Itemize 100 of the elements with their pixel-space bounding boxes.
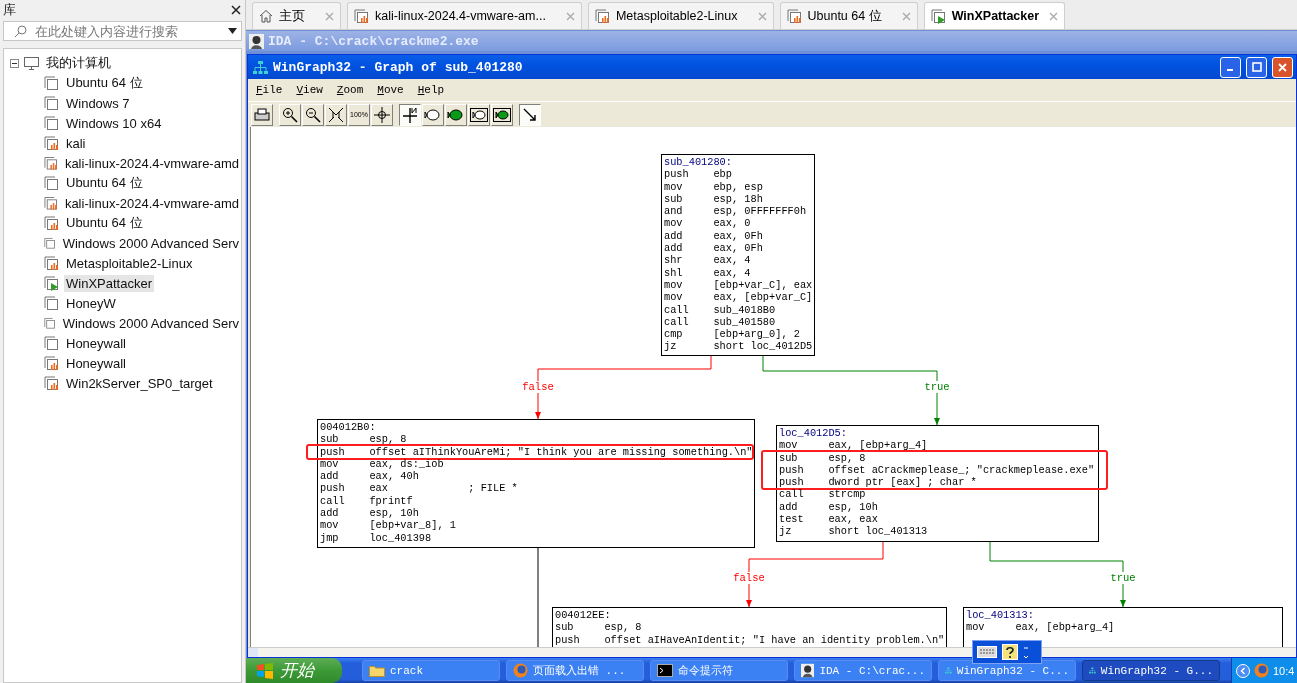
menu-item[interactable]: Help xyxy=(417,84,445,96)
close-button[interactable] xyxy=(1272,56,1293,78)
crosshair-icon xyxy=(374,106,390,123)
tree-label: kali-linux-2024.4-vmware-amd xyxy=(63,194,240,212)
code-line: mov eax, 0 xyxy=(664,217,752,230)
toolbar-button[interactable] xyxy=(399,103,421,126)
code-label: 004012EE: xyxy=(555,609,612,622)
tree-label: Ubuntu 64 位 xyxy=(65,174,144,192)
taskbar-item[interactable]: IDA - C:\crac... xyxy=(794,660,932,681)
code-line: call strcmp xyxy=(779,488,867,501)
code-line: push ebp xyxy=(664,168,733,181)
tree-item[interactable]: 我的计算机 xyxy=(10,53,241,73)
tab[interactable]: WinXPattacker xyxy=(923,2,1066,29)
code-line: add esp, 10h xyxy=(320,507,420,520)
tree-item[interactable]: kali-linux-2024.4-vmware-amd xyxy=(10,153,241,173)
vm-icon xyxy=(44,175,59,191)
code-line: sub esp, 8 xyxy=(555,621,643,634)
menu-item[interactable]: Zoom xyxy=(336,84,364,96)
taskbar-item[interactable]: WinGraph32 - C... xyxy=(938,660,1076,681)
zoom-out-icon xyxy=(305,106,321,123)
options-icon[interactable] xyxy=(1023,645,1029,659)
tree-label: WinXPattacker xyxy=(64,274,154,292)
vm-bars-icon xyxy=(44,355,59,371)
code-line: jmp loc_401398 xyxy=(320,531,433,544)
tree-label: Ubuntu 64 位 xyxy=(65,74,144,92)
code-line: mov eax, [ebp+var_C] xyxy=(664,291,812,304)
tree-item[interactable]: kali-linux-2024.4-vmware-amd xyxy=(10,193,241,213)
code-line: add eax, 40h xyxy=(320,470,420,483)
tree-item[interactable]: Metasploitable2-Linux xyxy=(10,253,241,273)
edge-label: true xyxy=(1109,572,1137,584)
code-line: mov eax, ds:_iob xyxy=(320,457,445,471)
close-icon xyxy=(1278,62,1287,72)
tree-label: Honeywall xyxy=(65,334,127,352)
edge-label: false xyxy=(732,572,766,584)
start-button[interactable]: 开始 xyxy=(246,658,342,683)
folder-icon xyxy=(369,664,385,677)
toolbar-button[interactable] xyxy=(519,103,541,126)
tab[interactable]: Metasploitable2-Linux xyxy=(587,2,774,29)
tree-item[interactable]: Ubuntu 64 位 xyxy=(10,73,241,93)
tree-item[interactable]: HoneyW xyxy=(10,293,241,313)
tree-item[interactable]: Win2kServer_SP0_target xyxy=(10,373,241,393)
scroll-bar[interactable] xyxy=(248,647,1296,657)
tree-item[interactable]: Windows 2000 Advanced Serv xyxy=(10,313,241,333)
vm-bars-icon xyxy=(44,155,58,171)
clock: 10:4 xyxy=(1273,664,1295,677)
search-icon xyxy=(14,24,27,38)
code-line: mov [ebp+var_8], 1 xyxy=(320,519,457,532)
code-line: add eax, 0Fh xyxy=(664,242,764,255)
tree-label: Windows 2000 Advanced Serv xyxy=(61,234,240,252)
tab[interactable]: Ubuntu 64 位 xyxy=(779,2,918,29)
dropdown-icon[interactable] xyxy=(228,28,237,34)
tab[interactable]: 主页 xyxy=(252,2,341,29)
monitor-icon xyxy=(24,56,39,70)
tree-item[interactable]: Windows 7 xyxy=(10,93,241,113)
tree-label: kali-linux-2024.4-vmware-amd xyxy=(63,154,240,172)
tree-item[interactable]: Ubuntu 64 位 xyxy=(10,213,241,233)
code-line: shr eax, 4 xyxy=(664,254,752,267)
keyboard-icon[interactable] xyxy=(977,646,997,658)
menu-item[interactable]: View xyxy=(296,84,323,96)
vm-icon xyxy=(44,95,59,111)
code-line: call sub_401580 xyxy=(664,315,777,329)
tree-item[interactable]: Windows 10 x64 xyxy=(10,113,241,133)
code-line: sub esp, 8 xyxy=(320,433,408,446)
vm-icon xyxy=(44,315,56,331)
taskbar-item[interactable]: crack xyxy=(362,660,500,681)
vm-icon xyxy=(44,295,59,311)
minimize-button[interactable] xyxy=(1220,56,1241,78)
maximize-button[interactable] xyxy=(1246,56,1267,78)
tree-item[interactable]: Windows 2000 Advanced Serv xyxy=(10,233,241,253)
tree-item[interactable]: Honeywall xyxy=(10,333,241,353)
menu-item[interactable]: File xyxy=(256,84,283,96)
window-title: WinGraph32 - Graph of sub_401280 xyxy=(273,59,524,75)
vm-icon xyxy=(44,335,59,351)
collapse-icon[interactable] xyxy=(10,58,19,68)
vm-bars-icon xyxy=(44,375,59,391)
help-icon[interactable] xyxy=(1002,644,1018,660)
taskbar-item[interactable]: 命令提示符 xyxy=(650,660,788,681)
tree-item[interactable]: Ubuntu 64 位 xyxy=(10,173,241,193)
maximize-icon xyxy=(1251,62,1262,72)
tree-item[interactable]: Honeywall xyxy=(10,353,241,373)
fish-icon xyxy=(447,107,465,122)
code-line: push eax ; FILE * xyxy=(320,482,519,495)
fish-icon xyxy=(424,107,442,122)
close-icon[interactable] xyxy=(231,5,241,15)
code-line: push offset aIThinkYouAreMi; "I think you are missing something.\n" xyxy=(320,445,752,458)
print-icon xyxy=(254,107,270,122)
code-line: mov eax, [ebp+arg_4] xyxy=(966,621,1116,634)
fish-frame-icon xyxy=(493,107,511,122)
tree-item[interactable]: kali xyxy=(10,133,241,153)
vm-bars-icon xyxy=(594,8,610,24)
menu-item[interactable]: Move xyxy=(377,84,404,96)
tab[interactable]: kali-linux-2024.4-vmware-am... xyxy=(347,2,582,29)
taskbar-item[interactable]: WinGraph32 - G... xyxy=(1082,660,1220,681)
code-line: push offset aCrackmeplease_; "crackmeplease.exe" xyxy=(779,463,1096,477)
vm-running-icon xyxy=(44,275,59,291)
tree-item[interactable]: WinXPattacker xyxy=(10,273,241,293)
vm-icon xyxy=(44,235,56,251)
tree-label: HoneyW xyxy=(65,294,117,312)
search-field[interactable]: 在此处键入内容进行搜索 xyxy=(3,21,242,41)
taskbar-item[interactable]: 页面载入出错 ... xyxy=(506,660,644,681)
